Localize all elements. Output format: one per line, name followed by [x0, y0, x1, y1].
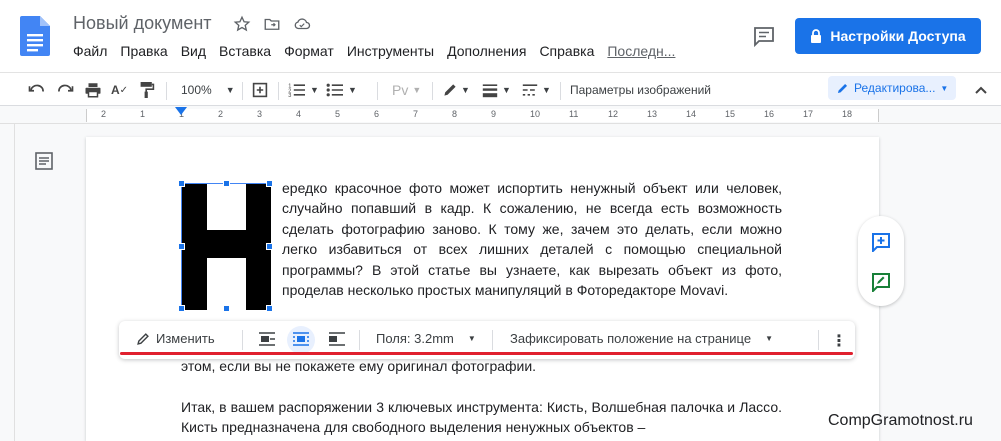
paragraph-1[interactable]: ередко красочное фото может испортить не… [282, 178, 782, 300]
share-button-label: Настройки Доступа [830, 28, 966, 44]
suggest-edit-icon[interactable] [871, 272, 891, 292]
svg-text:3: 3 [288, 93, 291, 98]
menu-view[interactable]: Вид [181, 43, 206, 59]
resize-handle[interactable] [178, 180, 185, 187]
indent-marker[interactable] [175, 107, 187, 115]
app-header: Новый документ Файл Правка Вид Вставка Ф… [0, 0, 1001, 72]
chevron-down-icon: ▼ [940, 83, 949, 93]
chevron-down-icon: ▼ [765, 334, 773, 343]
zoom-select[interactable]: 100% ▼ [181, 80, 235, 100]
resize-handle[interactable] [266, 243, 273, 250]
border-dash-icon[interactable]: ▼ [521, 80, 551, 100]
ruler-number: 5 [335, 109, 341, 119]
ruler-number: 3 [257, 109, 263, 119]
menu-format[interactable]: Формат [284, 43, 334, 59]
last-edit-link[interactable]: Последн... [607, 43, 675, 59]
resize-handle[interactable] [266, 180, 273, 187]
bulleted-list-icon[interactable]: ▼ [326, 80, 357, 100]
image-options-button[interactable]: Параметры изображений [570, 80, 711, 100]
ruler-number: 13 [647, 109, 658, 119]
break-text-icon[interactable] [328, 332, 346, 348]
menu-help[interactable]: Справка [539, 43, 594, 59]
ruler-number: 11 [569, 109, 579, 119]
ruler-number: 2 [101, 109, 107, 119]
vertical-ruler[interactable] [0, 124, 15, 441]
cloud-status-icon[interactable] [292, 14, 312, 34]
margins-select[interactable]: Поля: 3.2mm ▼ [376, 331, 476, 346]
pencil-icon [837, 83, 848, 93]
spellcheck-icon[interactable]: A ✓ [111, 80, 128, 100]
menu-edit[interactable]: Правка [120, 43, 167, 59]
editing-mode-select[interactable]: Редактирова... ▼ [828, 76, 956, 100]
ruler-number: 15 [725, 109, 736, 119]
ruler-number: 17 [803, 109, 814, 119]
docs-logo-icon[interactable] [20, 16, 50, 56]
ruler-number: 1 [140, 109, 146, 119]
watermark: CompGramotnost.ru [828, 412, 973, 429]
ruler-number: 10 [530, 109, 541, 119]
editing-mode-label: Редактирова... [854, 81, 936, 95]
ruler-number: 14 [686, 109, 697, 119]
paint-format-icon[interactable] [139, 80, 155, 100]
wrap-text-icon[interactable] [292, 332, 310, 348]
position-select[interactable]: Зафиксировать положение на странице ▼ [510, 331, 773, 346]
star-icon[interactable] [232, 14, 252, 34]
edit-image-label: Изменить [156, 331, 215, 346]
resize-handle[interactable] [223, 180, 230, 187]
add-comment-icon[interactable] [871, 232, 891, 252]
menu-bar: Файл Правка Вид Вставка Формат Инструмен… [73, 43, 688, 59]
paragraph-2[interactable]: Итак, в вашем распоряжении 3 ключевых ин… [181, 397, 782, 438]
document-outline-icon[interactable] [35, 152, 53, 170]
ruler-number: 2 [218, 109, 224, 119]
resize-handle[interactable] [266, 305, 273, 312]
chevron-down-icon: ▼ [225, 85, 235, 95]
share-button[interactable]: Настройки Доступа [795, 18, 981, 54]
undo-icon[interactable] [28, 80, 46, 100]
comments-icon[interactable] [752, 24, 776, 48]
document-title[interactable]: Новый документ [73, 13, 212, 34]
resize-handle[interactable] [178, 243, 185, 250]
border-color-icon[interactable]: ▼ [442, 80, 470, 100]
highlight-underline [120, 352, 853, 355]
ruler-number: 12 [608, 109, 619, 119]
menu-tools[interactable]: Инструменты [347, 43, 434, 59]
ruler-number: 7 [413, 109, 419, 119]
ruler-number: 9 [491, 109, 497, 119]
wrap-inline-icon[interactable] [258, 332, 276, 348]
zoom-value: 100% [181, 83, 212, 97]
ruler-number: 16 [764, 109, 775, 119]
numbered-list-icon[interactable]: 123 ▼ [288, 80, 319, 100]
collapse-toolbar-icon[interactable] [975, 80, 987, 100]
resize-handle[interactable] [178, 305, 185, 312]
ruler-number: 6 [374, 109, 380, 119]
menu-addons[interactable]: Дополнения [447, 43, 526, 59]
border-weight-icon[interactable]: ▼ [481, 80, 511, 100]
resize-handle[interactable] [223, 305, 230, 312]
ruler-number: 4 [296, 109, 302, 119]
print-icon[interactable] [84, 80, 102, 100]
redo-icon[interactable] [56, 80, 74, 100]
pencil-icon [137, 332, 149, 345]
side-actions [858, 216, 904, 306]
lock-icon [811, 29, 822, 43]
edit-image-button[interactable]: Изменить [136, 331, 215, 346]
horizontal-ruler[interactable]: 2 1 1 2 3 4 5 6 7 8 9 10 11 12 13 14 15 16 17 18 [0, 106, 1001, 124]
insert-comment-icon[interactable] [252, 80, 268, 100]
chevron-down-icon: ▼ [467, 334, 476, 343]
more-options-icon[interactable]: ⋮ [831, 331, 847, 351]
menu-insert[interactable]: Вставка [219, 43, 271, 59]
menu-file[interactable]: Файл [73, 43, 107, 59]
partial-line[interactable]: этом, если вы не покажете ему оригинал ф… [181, 356, 781, 376]
ruler-number: 18 [842, 109, 853, 119]
margins-label: Поля: 3.2mm [376, 331, 454, 346]
ruler-number: 8 [452, 109, 458, 119]
drop-cap-letter-image [182, 184, 271, 310]
move-folder-icon[interactable] [262, 14, 282, 34]
selected-image[interactable] [178, 180, 273, 312]
text-style-icon[interactable]: Pv ▼ [392, 80, 421, 100]
position-label: Зафиксировать положение на странице [510, 331, 752, 346]
